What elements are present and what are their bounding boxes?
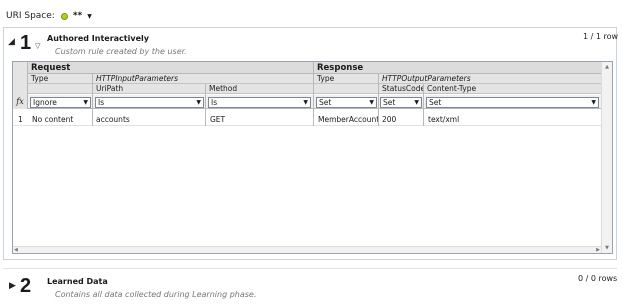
dropdown-caret-icon: ▼ bbox=[369, 99, 374, 106]
cell-request-type[interactable]: No content bbox=[30, 114, 92, 125]
column-group-http-input-parameters: HTTPInputParameters bbox=[93, 74, 313, 84]
column-divider bbox=[92, 74, 93, 126]
dropdown-caret-icon: ▼ bbox=[303, 99, 308, 106]
dropdown-caret-icon: ▼ bbox=[196, 99, 201, 106]
uripath-operator-select[interactable]: Is ▼ bbox=[95, 97, 204, 108]
cell-content-type[interactable]: text/xml bbox=[426, 114, 596, 125]
column-header-spacer bbox=[314, 84, 379, 94]
method-operator-select[interactable]: Is ▼ bbox=[208, 97, 311, 108]
content-type-operator-select[interactable]: Set ▼ bbox=[426, 97, 599, 108]
column-header-request-type[interactable]: Type bbox=[28, 74, 93, 84]
group-header-request: Request bbox=[28, 62, 313, 74]
column-header-spacer bbox=[28, 84, 93, 94]
row-index: 1 bbox=[18, 115, 23, 124]
column-divider bbox=[313, 62, 314, 126]
scroll-up-icon[interactable]: ▲ bbox=[602, 64, 612, 70]
column-divider bbox=[423, 84, 424, 126]
scroll-down-icon[interactable]: ▼ bbox=[602, 245, 612, 251]
select-value: Is bbox=[98, 98, 105, 107]
select-value: Set bbox=[383, 98, 396, 107]
status-dot-icon bbox=[60, 12, 68, 20]
dropdown-caret-icon[interactable]: ▼ bbox=[87, 13, 92, 20]
column-divider bbox=[378, 74, 379, 126]
section-number: 1 bbox=[20, 32, 32, 54]
column-group-http-output-parameters: HTTPOutputParameters bbox=[379, 74, 601, 84]
fx-icon: fx bbox=[13, 95, 28, 109]
column-header-content-type[interactable]: Content-Type bbox=[424, 84, 601, 94]
section-description: Contains all data collected during Learn… bbox=[55, 290, 257, 299]
cell-response-type[interactable]: MemberAccount bbox=[316, 114, 380, 125]
request-type-select[interactable]: Ignore ▼ bbox=[30, 97, 91, 108]
section-number: 2 bbox=[20, 275, 32, 297]
response-type-select[interactable]: Set ▼ bbox=[316, 97, 377, 108]
cell-uripath[interactable]: accounts bbox=[94, 114, 204, 125]
vertical-scrollbar[interactable]: ▲ ▼ bbox=[601, 62, 612, 253]
scroll-left-icon[interactable]: ◀ bbox=[14, 247, 18, 253]
section-divider bbox=[3, 268, 617, 269]
column-divider bbox=[205, 84, 206, 126]
statuscode-operator-select[interactable]: Set ▼ bbox=[380, 97, 422, 108]
select-value: Set bbox=[429, 98, 442, 107]
collapsed-arrow-icon[interactable]: ▶ bbox=[9, 281, 16, 291]
horizontal-scrollbar[interactable]: ◀ ▶ bbox=[13, 246, 601, 253]
select-value: Ignore bbox=[33, 98, 57, 107]
row-header-corner bbox=[13, 62, 28, 98]
chevron-down-icon[interactable]: ▽ bbox=[35, 42, 40, 50]
select-value: Is bbox=[211, 98, 218, 107]
section-description: Custom rule created by the user. bbox=[55, 47, 187, 56]
row-count: 0 / 0 rows bbox=[578, 274, 618, 283]
column-header-method[interactable]: Method bbox=[206, 84, 313, 94]
dropdown-caret-icon: ▼ bbox=[414, 99, 419, 106]
section-title: Authored Interactively bbox=[47, 34, 149, 43]
dropdown-caret-icon: ▼ bbox=[591, 99, 596, 106]
uri-space-bar: URI Space: ** ▼ bbox=[6, 10, 92, 22]
cell-statuscode[interactable]: 200 bbox=[380, 114, 424, 125]
group-header-response: Response bbox=[314, 62, 601, 74]
cell-method[interactable]: GET bbox=[208, 114, 312, 125]
uri-space-label: URI Space: bbox=[6, 11, 55, 21]
dropdown-caret-icon: ▼ bbox=[83, 99, 88, 106]
scroll-right-icon[interactable]: ▶ bbox=[596, 247, 600, 253]
column-header-uripath[interactable]: UriPath bbox=[93, 84, 206, 94]
section-title: Learned Data bbox=[47, 277, 108, 286]
column-header-response-type[interactable]: Type bbox=[314, 74, 379, 84]
uri-space-value[interactable]: ** bbox=[73, 11, 82, 21]
select-value: Set bbox=[319, 98, 332, 107]
expanded-arrow-icon[interactable]: ◢ bbox=[8, 37, 15, 47]
row-count: 1 / 1 row bbox=[583, 32, 619, 41]
column-header-statuscode[interactable]: StatusCode bbox=[379, 84, 425, 94]
